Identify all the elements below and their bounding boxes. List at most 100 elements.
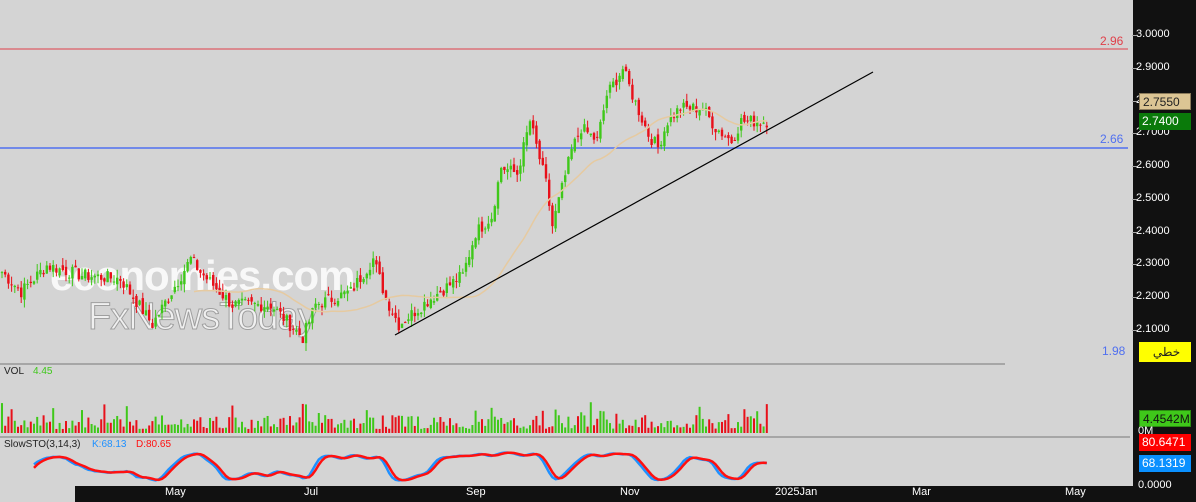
volume-bar [436,422,439,433]
volume-bar [698,406,701,433]
volume-bar [1,403,3,433]
candle-body [32,281,36,284]
candle-body [650,139,653,145]
candle-body [452,279,455,288]
candle-body [400,323,404,328]
candle-body [128,284,132,295]
candle-body [762,122,765,124]
candle-body [477,224,480,241]
volume-bar [641,417,643,433]
candle-body [378,261,381,275]
volume-bar [301,403,304,433]
volume-bar [33,423,35,433]
volume-bar [308,421,311,433]
volume-bar [260,426,263,433]
volume-bar [609,423,611,433]
candle-body [298,328,301,336]
candle-body [144,310,148,316]
candle-body [612,81,615,88]
candle-body [541,157,544,165]
volume-bar [346,427,349,433]
candle-body [605,95,608,109]
volume-bar [180,419,183,433]
candle-body [189,256,192,264]
volume-bar [145,428,147,433]
volume-bar [532,419,535,433]
candle-body [624,66,628,72]
volume-bar [535,415,538,433]
candle-body [493,206,496,222]
time-tick: May [1065,486,1086,498]
volume-bar [244,427,247,433]
volume-bar [410,416,413,433]
candle-body [119,278,122,281]
candle-body [151,322,154,328]
volume-bar [423,428,426,433]
volume-bar [455,423,458,433]
candle-body [381,272,384,294]
candle-body [432,301,436,303]
volume-bar [135,420,138,433]
volume-bar [26,427,29,433]
volume-bar [109,422,112,433]
candle-body [13,285,16,288]
volume-bar [401,415,403,433]
candle-body [653,137,656,143]
candle-body [618,75,621,82]
volume-bar [509,420,512,433]
candle-body [426,304,429,307]
candle-body [682,102,685,108]
candle-body [471,245,474,260]
candle-body [154,317,157,327]
volume-bar [631,425,634,433]
candle-body [301,337,304,343]
volume-bar [695,415,698,433]
volume-bar [71,420,74,433]
candle-body [551,205,554,227]
stoch-k-tag: 68.1319 [1139,455,1191,472]
candle-body [77,268,80,280]
chart-window[interactable]: economies.com FxNewsToday 3.0000 2.9000 2.… [0,0,1196,502]
candle-body [525,132,528,146]
volume-bar [97,427,99,433]
volume-bar [439,417,442,433]
candle-body [666,125,669,134]
candle-body [208,277,212,279]
volume-bar [333,427,336,433]
volume-bar [215,416,218,433]
volume-bar [234,417,237,433]
candle-body [42,272,45,275]
volume-bar [257,420,259,433]
candle-body [215,283,218,290]
volume-bar [365,410,368,433]
candle-body [276,308,279,310]
volume-bar [519,427,522,433]
stoch-d-line [33,451,767,482]
volume-bar [13,420,16,433]
candle-body [759,124,762,126]
volume-bar [369,417,371,433]
chart-canvas[interactable] [0,0,1196,502]
candle-body [359,275,362,282]
candle-body [132,297,135,299]
candle-body [749,115,752,122]
candle-body [84,269,87,279]
volume-bar [263,417,266,433]
volume-bar [708,419,711,433]
moving-average-line [193,108,767,313]
trendline-tag[interactable]: خطي [1139,342,1191,362]
candle-body [532,120,535,129]
volume-bar [221,428,224,433]
volume-bar [74,425,77,433]
volume-bar [125,406,128,433]
candle-body [10,284,13,286]
volume-bar [724,420,727,433]
candle-body [0,272,4,274]
volume-bar [692,424,695,433]
volume-bar [209,417,211,433]
volume-bar [554,409,557,433]
volume-bar [247,428,250,433]
candle-body [16,287,20,289]
volume-bar [506,422,509,433]
volume-bar [61,428,64,433]
